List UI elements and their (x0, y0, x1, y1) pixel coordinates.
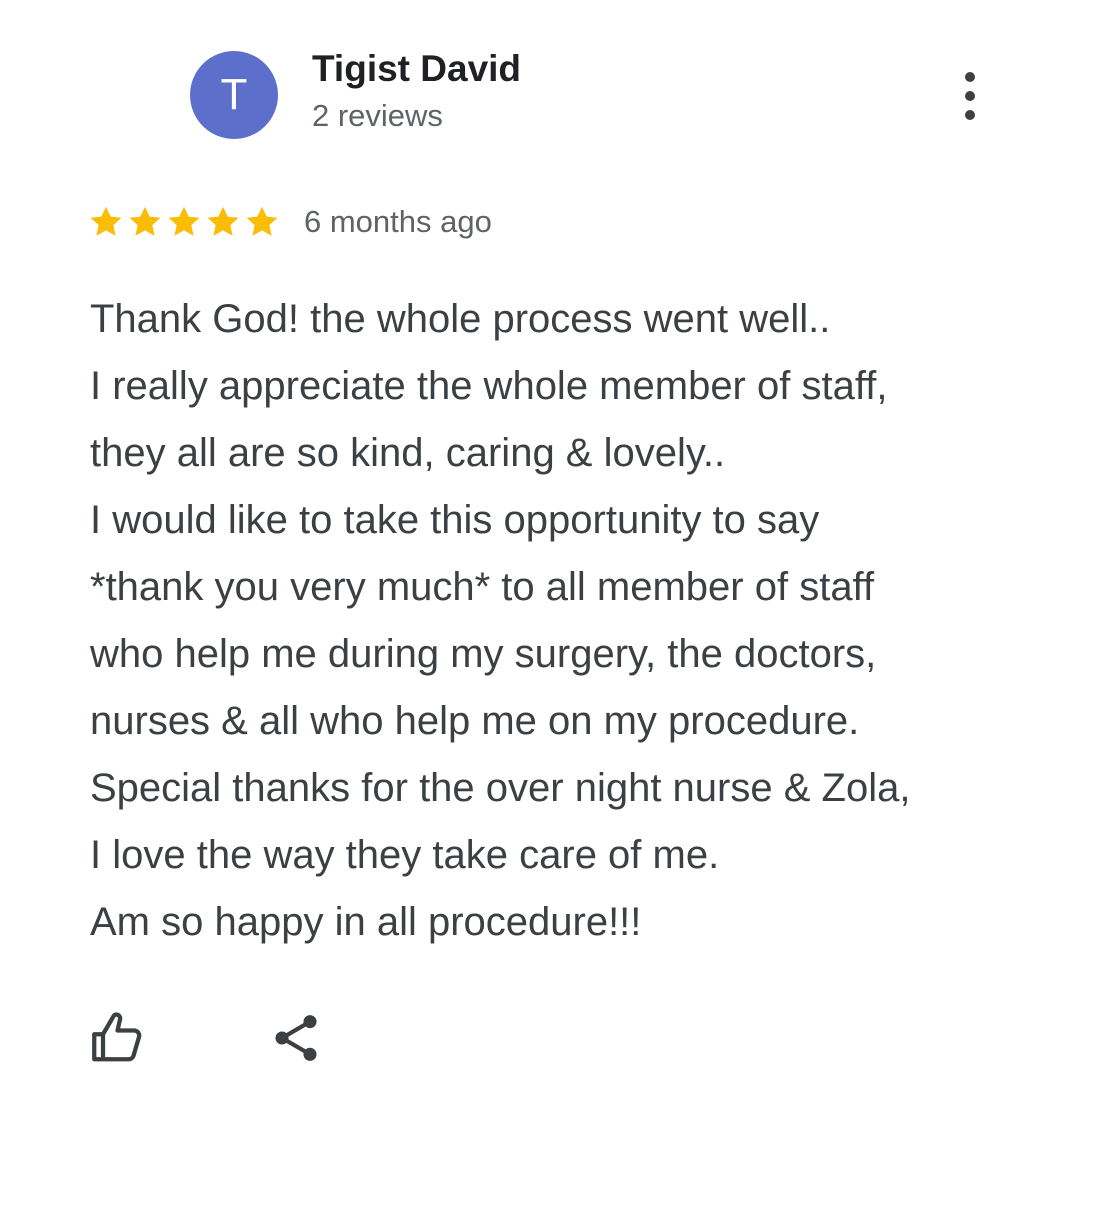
thumb-up-icon (92, 1012, 142, 1062)
review-line: Special thanks for the over night nurse … (90, 766, 911, 810)
rating-row: 6 months ago (88, 204, 492, 240)
review-line: Thank God! the whole process went well.. (90, 297, 831, 341)
like-button[interactable] (88, 1008, 148, 1068)
more-options-button[interactable] (950, 68, 990, 124)
review-line: Am so happy in all procedure!!! (90, 900, 642, 944)
review-count[interactable]: 2 reviews (312, 98, 443, 134)
more-vert-icon-dot (965, 110, 975, 120)
review-text: Thank God! the whole process went well..… (90, 286, 1050, 956)
review-line: I really appreciate the whole member of … (90, 364, 888, 408)
avatar[interactable]: T (190, 51, 278, 139)
star-icon (129, 206, 161, 236)
review-line: who help me during my surgery, the docto… (90, 632, 877, 676)
review-date: 6 months ago (304, 204, 492, 239)
star-icon (90, 206, 122, 236)
star-icon (168, 206, 200, 236)
review-line: nurses & all who help me on my procedure… (90, 699, 860, 743)
star-icon (246, 206, 278, 236)
more-vert-icon-dot (965, 91, 975, 101)
review-line: they all are so kind, caring & lovely.. (90, 431, 726, 475)
share-button[interactable] (268, 1010, 324, 1066)
share-icon (275, 1015, 317, 1061)
star-icon (207, 206, 239, 236)
review-line: *thank you very much* to all member of s… (90, 565, 875, 609)
more-vert-icon (965, 72, 975, 82)
review-line: I would like to take this opportunity to… (90, 498, 820, 542)
reviewer-name[interactable]: Tigist David (312, 48, 521, 90)
review-line: I love the way they take care of me. (90, 833, 720, 877)
star-rating (88, 204, 280, 240)
